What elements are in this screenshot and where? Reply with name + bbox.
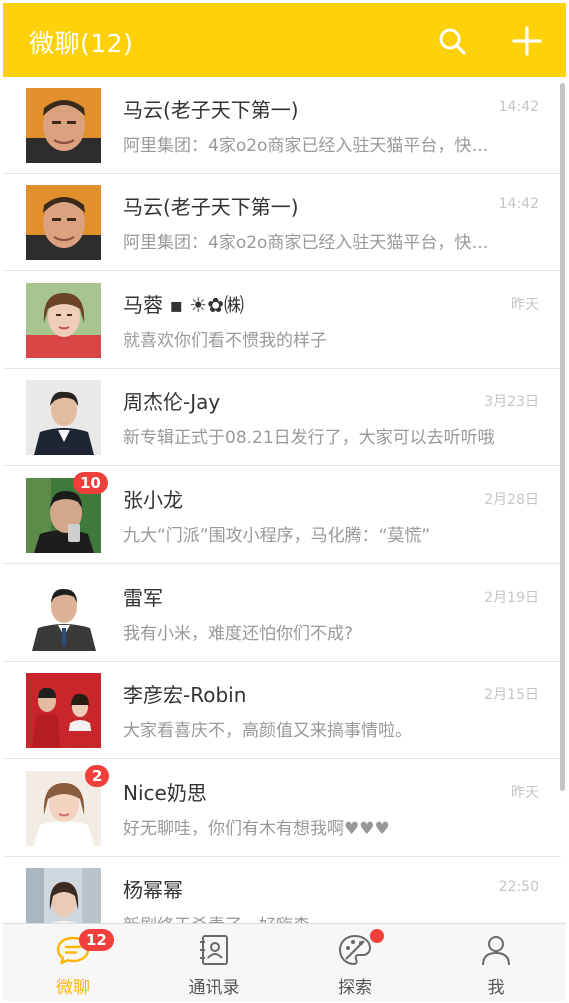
- contact-name: 马蓉 ▪ ☀✿㈱: [123, 293, 244, 317]
- avatar: [26, 868, 101, 923]
- contact-name: 李彦宏-Robin: [123, 683, 247, 707]
- app-window: 微聊(12) 马云(老子天下第一) 14:42 阿里集团：4家o2o商家已经入驻…: [3, 3, 566, 1001]
- message-preview: 新专辑正式于08.21日发行了，大家可以去听听哦: [123, 428, 495, 448]
- unread-badge: 10: [73, 472, 108, 494]
- bottom-tab-bar: 12 微聊 通讯录 探索 我: [3, 923, 566, 1001]
- person-icon: [478, 932, 514, 968]
- message-preview: 好无聊哇，你们有木有想我啊♥♥♥: [123, 819, 390, 839]
- contact-name: 雷军: [123, 586, 163, 610]
- tab-chats[interactable]: 12 微聊: [3, 924, 143, 1001]
- message-time: 3月23日: [484, 394, 539, 410]
- chat-list[interactable]: 马云(老子天下第一) 14:42 阿里集团：4家o2o商家已经入驻天猫平台，快来…: [3, 77, 566, 923]
- contacts-book-icon: [196, 932, 232, 968]
- scrollbar[interactable]: [560, 83, 565, 791]
- search-icon[interactable]: [436, 25, 468, 57]
- contact-name: 马云(老子天下第一): [123, 98, 299, 122]
- contact-name: 杨幂幂: [123, 878, 183, 902]
- tab-label: 探索: [338, 978, 372, 998]
- chat-row[interactable]: 10 张小龙 2月28日 九大“门派”围攻小程序，马化腾：“莫慌”: [3, 467, 561, 564]
- message-preview: 大家看喜庆不，高颜值又来搞事情啦。: [123, 721, 412, 741]
- chat-row[interactable]: 雷军 2月19日 我有小米，难度还怕你们不成?: [3, 565, 561, 662]
- message-time: 22:50: [498, 879, 539, 895]
- message-preview: 九大“门派”围攻小程序，马化腾：“莫慌”: [123, 526, 431, 546]
- contact-name: 马云(老子天下第一): [123, 195, 299, 219]
- message-time: 2月19日: [484, 590, 539, 606]
- tab-contacts[interactable]: 通讯录: [144, 924, 284, 1001]
- message-time: 2月28日: [484, 492, 539, 508]
- plus-icon[interactable]: [511, 25, 543, 57]
- message-preview: 就喜欢你们看不惯我的样子: [123, 331, 327, 351]
- chat-row[interactable]: 周杰伦-Jay 3月23日 新专辑正式于08.21日发行了，大家可以去听听哦: [3, 369, 561, 466]
- chat-row[interactable]: 马蓉 ▪ ☀✿㈱ 昨天 就喜欢你们看不惯我的样子: [3, 272, 561, 369]
- page-title: 微聊(12): [29, 29, 134, 58]
- tab-label: 通讯录: [188, 978, 240, 998]
- contact-name: 张小龙: [123, 488, 183, 512]
- palette-icon: [337, 932, 373, 968]
- message-time: 14:42: [498, 99, 539, 115]
- top-header-bar: 微聊(12): [3, 3, 566, 77]
- avatar: [26, 576, 101, 651]
- tab-me[interactable]: 我: [426, 924, 566, 1001]
- chat-row[interactable]: 李彦宏-Robin 2月15日 大家看喜庆不，高颜值又来搞事情啦。: [3, 662, 561, 759]
- contact-name: 周杰伦-Jay: [123, 390, 221, 414]
- contact-name: Nice奶思: [123, 781, 207, 805]
- tab-explore[interactable]: 探索: [285, 924, 425, 1001]
- tab-label: 我: [487, 978, 505, 998]
- message-time: 昨天: [511, 297, 539, 313]
- message-time: 昨天: [511, 785, 539, 801]
- avatar: [26, 283, 101, 358]
- chat-row[interactable]: 马云(老子天下第一) 14:42 阿里集团：4家o2o商家已经入驻天猫平台，快来…: [3, 174, 561, 271]
- avatar: [26, 185, 101, 260]
- unread-badge: 12: [79, 929, 114, 951]
- message-time: 2月15日: [484, 687, 539, 703]
- avatar: [26, 380, 101, 455]
- message-preview: 阿里集团：4家o2o商家已经入驻天猫平台，快来抢购吧: [123, 233, 495, 253]
- message-preview: 阿里集团：4家o2o商家已经入驻天猫平台，快来抢购吧: [123, 136, 495, 156]
- message-time: 14:42: [498, 196, 539, 212]
- chat-row[interactable]: 2 Nice奶思 昨天 好无聊哇，你们有木有想我啊♥♥♥: [3, 760, 561, 857]
- unread-badge: 2: [85, 765, 110, 787]
- tab-label: 微聊: [56, 978, 90, 998]
- chat-row[interactable]: 杨幂幂 22:50 新剧终于杀青了，好嗨森~: [3, 857, 561, 923]
- notification-dot: [370, 929, 384, 943]
- message-preview: 新剧终于杀青了，好嗨森~: [123, 911, 495, 923]
- message-preview: 我有小米，难度还怕你们不成?: [123, 624, 354, 644]
- chat-row[interactable]: 马云(老子天下第一) 14:42 阿里集团：4家o2o商家已经入驻天猫平台，快来…: [3, 77, 561, 174]
- avatar: [26, 88, 101, 163]
- avatar: [26, 673, 101, 748]
